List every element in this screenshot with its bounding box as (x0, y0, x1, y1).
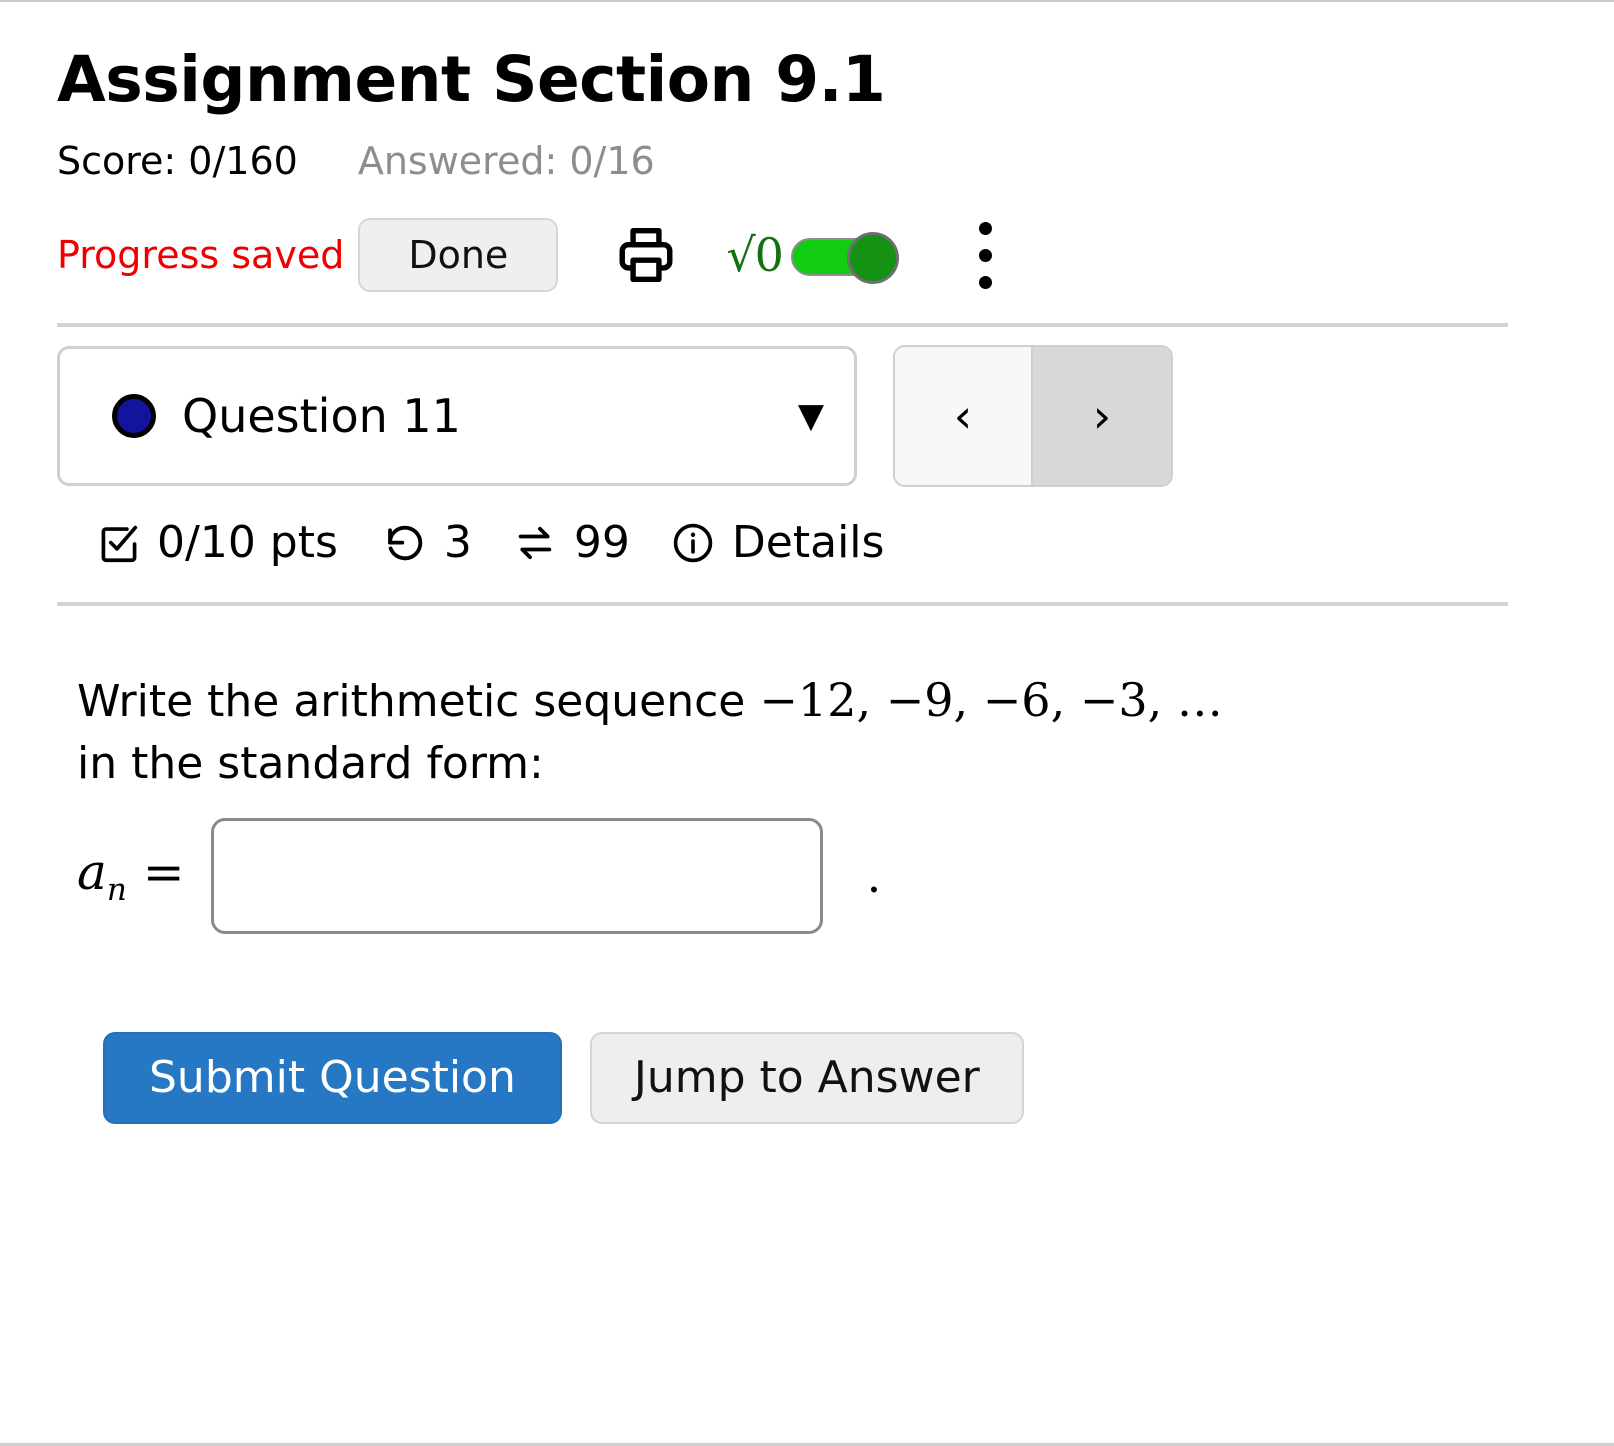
score-text: Score: 0/160 (57, 139, 298, 183)
prev-next-group: ‹ › (893, 345, 1173, 487)
answered-text: Answered: 0/16 (357, 139, 655, 183)
attempts-stat: 3 (382, 517, 472, 568)
assignment-toolbar: Progress saved Done √0 (57, 205, 1557, 305)
answer-input[interactable] (210, 817, 823, 934)
sequence-expression: −12, −9, −6, −3, … (759, 673, 1223, 727)
answer-row: an = . (77, 817, 1557, 934)
points-stat: 0/10 pts (97, 517, 338, 568)
undo-rotate-icon (382, 520, 428, 566)
toggle-switch[interactable] (790, 232, 899, 284)
checkbox-checked-icon (97, 521, 141, 565)
versions-stat: 99 (512, 517, 630, 568)
divider-bottom (57, 602, 1508, 606)
versions-value: 99 (573, 517, 630, 568)
question-body: Write the arithmetic sequence −12, −9, −… (77, 668, 1557, 1124)
previous-question-button[interactable]: ‹ (895, 347, 1033, 485)
question-prompt: Write the arithmetic sequence −12, −9, −… (77, 668, 1497, 796)
progress-saved-status: Progress saved (57, 233, 345, 277)
jump-to-answer-button[interactable]: Jump to Answer (589, 1031, 1024, 1124)
submit-question-button[interactable]: Submit Question (103, 1031, 562, 1124)
done-button[interactable]: Done (358, 218, 559, 292)
info-circle-icon (670, 520, 716, 566)
page-title: Assignment Section 9.1 (57, 43, 886, 116)
action-buttons: Submit Question Jump to Answer (103, 1031, 1557, 1124)
points-value: 0/10 pts (157, 517, 338, 568)
prompt-tail-text: in the standard form: (77, 738, 544, 790)
print-icon[interactable] (610, 219, 682, 291)
question-dropdown-label: Question 11 (182, 389, 461, 443)
answer-label-sub: n (106, 872, 127, 909)
answer-label: an = (77, 843, 185, 908)
details-label: Details (731, 517, 885, 568)
attempts-value: 3 (443, 517, 472, 568)
kebab-menu-icon[interactable] (961, 216, 1011, 294)
kebab-dot (979, 248, 993, 262)
trailing-period: . (866, 848, 882, 903)
kebab-dot (979, 275, 993, 289)
math-input-toggle[interactable]: √0 (726, 228, 899, 284)
assignment-meta: Score: 0/160 Answered: 0/16 (57, 139, 1557, 183)
toggle-knob (846, 232, 899, 284)
swap-arrows-icon (512, 520, 558, 566)
question-dropdown[interactable]: Question 11 ▼ (57, 346, 857, 486)
question-navigation: Question 11 ▼ ‹ › (57, 345, 1557, 487)
answer-label-equals: = (142, 843, 185, 902)
chevron-down-icon: ▼ (797, 396, 824, 436)
assignment-page: Assignment Section 9.1 Score: 0/160 Answ… (57, 2, 1557, 1124)
divider-top (57, 323, 1508, 327)
question-stats: 0/10 pts 3 99 Details (97, 517, 1557, 568)
details-link[interactable]: Details (670, 517, 885, 568)
question-status-dot (112, 394, 156, 438)
prompt-lead-text: Write the arithmetic sequence (77, 676, 746, 727)
square-root-icon: √0 (726, 228, 784, 282)
next-question-button[interactable]: › (1033, 347, 1171, 485)
kebab-dot (979, 221, 993, 235)
answer-label-base: a (77, 843, 107, 902)
